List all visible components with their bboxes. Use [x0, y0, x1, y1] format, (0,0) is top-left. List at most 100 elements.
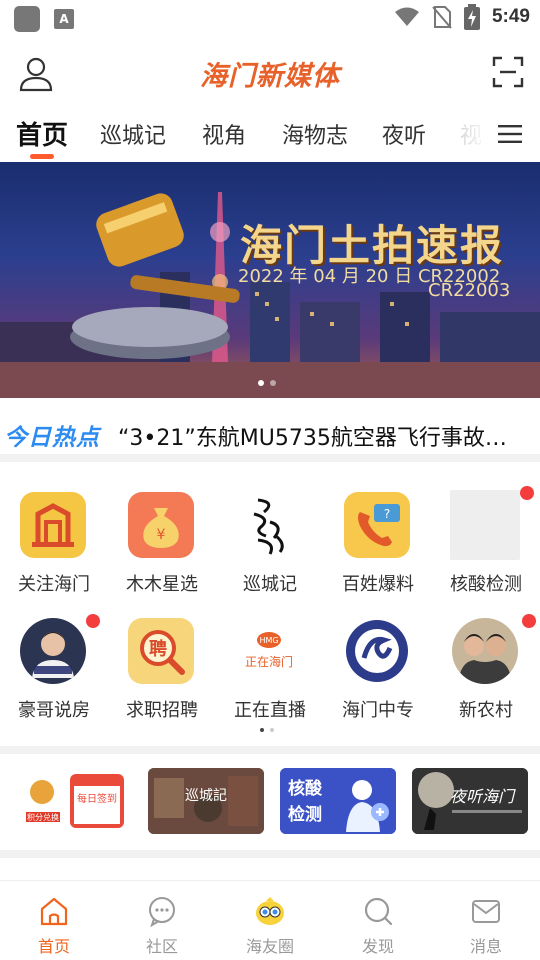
svg-text:¥: ¥: [157, 527, 166, 543]
shortcut-mumu-xingxuan[interactable]: ¥ 木木星选: [108, 472, 216, 595]
section-divider: [0, 746, 540, 754]
svg-text:夜听海门: 夜听海门: [450, 787, 516, 806]
svg-text:HMG: HMG: [259, 636, 278, 645]
a-notification-icon: A: [54, 9, 74, 29]
status-right: 5:49: [394, 4, 530, 30]
tab-shijiao[interactable]: 视角: [202, 118, 246, 150]
tab-yeting[interactable]: 夜听: [382, 118, 426, 150]
shortcut-xin-nongcun[interactable]: 新农村: [432, 598, 540, 721]
menu-icon[interactable]: [498, 124, 522, 144]
nav-label: 发现: [361, 937, 394, 956]
status-bar: A 5:49: [0, 0, 540, 36]
nav-label: 海友圈: [245, 937, 294, 956]
hot-news-headline[interactable]: “3•21”东航MU5735航空器飞行事故…: [118, 420, 518, 452]
no-sim-icon: [432, 6, 452, 29]
nav-label: 社区: [145, 937, 178, 956]
shortcut-hesuan-jiance[interactable]: 核酸检测: [432, 472, 540, 595]
mascot-icon: [256, 897, 284, 925]
shortcut-label: 巡城记: [243, 574, 297, 595]
shortcut-label: 关注海门: [18, 574, 90, 595]
promo-points-exchange[interactable]: 积分兑换 每日签到: [14, 768, 130, 834]
shortcut-label: 核酸检测: [450, 574, 522, 595]
nav-label: 消息: [469, 937, 502, 956]
people-photo-icon: [452, 618, 518, 684]
shortcut-label: 海门中专: [342, 700, 414, 721]
svg-text:正在海门: 正在海门: [245, 654, 293, 669]
battery-charging-icon: [463, 4, 480, 30]
shortcut-baixing-baoliao[interactable]: ? 百姓爆料: [324, 472, 432, 595]
money-bag-icon: ¥: [128, 492, 194, 558]
chat-bubble-icon: [149, 897, 175, 927]
shortcut-label: 求职招聘: [126, 700, 198, 721]
nav-discover[interactable]: 发现: [324, 881, 432, 960]
tab-xunchengji[interactable]: 巡城记: [100, 118, 166, 150]
building-icon: [20, 492, 86, 558]
avatar-icon: [20, 618, 86, 684]
recruit-magnifier-icon: 聘: [128, 618, 194, 684]
banner-dot-1: [258, 380, 264, 386]
new-badge-dot: [522, 614, 536, 628]
svg-text:?: ?: [384, 507, 390, 521]
discover-icon: [364, 897, 393, 926]
nav-haiyouquan[interactable]: 海友圈: [216, 881, 324, 960]
tabs-fade: [440, 108, 490, 160]
scan-icon[interactable]: [492, 56, 524, 88]
nav-label: 首页: [37, 937, 70, 956]
banner-carousel[interactable]: 海门土拍速报 2022 年 04 月 20 日 CR22002 CR22003: [0, 162, 540, 398]
status-left: A: [14, 6, 74, 32]
svg-text:每日签到: 每日签到: [77, 792, 117, 805]
shortcut-page-dot-1: [260, 728, 264, 732]
shortcut-haimen-zhongzhuan[interactable]: 海门中专: [324, 598, 432, 721]
calligraphy-logo-icon: [236, 492, 302, 558]
mail-icon: [472, 900, 500, 923]
promo-xuncheng-ji[interactable]: 巡城記: [148, 768, 264, 834]
shortcut-label: 新农村: [459, 700, 513, 721]
shortcut-label: 豪哥说房: [18, 700, 90, 721]
section-divider: [0, 850, 540, 858]
shortcut-guanzhu-haimen[interactable]: 关注海门: [0, 472, 108, 595]
shortcut-haoge-shuofang[interactable]: 豪哥说房: [0, 598, 108, 721]
app-notification-icon: [14, 6, 40, 32]
nav-messages[interactable]: 消息: [432, 881, 540, 960]
new-badge-dot: [520, 486, 534, 500]
banner-dot-2: [270, 380, 276, 386]
shortcut-xunchengji[interactable]: 巡城记: [216, 472, 324, 595]
new-badge-dot: [86, 614, 100, 628]
placeholder-icon: [450, 490, 520, 560]
banner-page-indicator: [258, 380, 276, 386]
shortcut-qiuzhi-zhaopin[interactable]: 聘 求职招聘: [108, 598, 216, 721]
home-icon: [40, 897, 68, 926]
nav-home[interactable]: 首页: [0, 881, 108, 960]
shortcut-label: 木木星选: [126, 574, 198, 595]
school-emblem-icon: [344, 618, 410, 684]
bottom-navigation: 首页 社区 海友圈 发现 消息: [0, 880, 540, 960]
promo-night-listen[interactable]: 夜听海门: [412, 768, 528, 834]
shortcut-zhengzai-zhibo[interactable]: HMG 正在海门 正在直播: [216, 598, 324, 721]
banner-code: CR22003: [428, 280, 511, 301]
tab-home[interactable]: 首页: [16, 115, 68, 152]
shortcut-page-dot-2: [270, 728, 274, 732]
promo-cards-row: 积分兑换 每日签到 巡城記 核酸 检测 夜听海门: [0, 756, 540, 846]
shortcut-label: 百姓爆料: [342, 574, 414, 595]
phone-chat-icon: ?: [344, 492, 410, 558]
wifi-icon: [394, 7, 419, 26]
tab-haiwuzhi[interactable]: 海物志: [282, 118, 348, 150]
live-logo-icon: HMG 正在海门: [236, 618, 302, 684]
svg-text:聘: 聘: [149, 638, 167, 660]
active-tab-indicator: [30, 154, 54, 159]
svg-text:核酸: 核酸: [288, 778, 323, 799]
shortcut-grid: 关注海门 ¥ 木木星选 巡城记 ? 百姓爆料 核酸检测 豪哥说房 聘 求职招聘 …: [0, 472, 540, 746]
shortcut-label: 正在直播: [234, 700, 306, 721]
status-time: 5:49: [491, 6, 530, 27]
svg-text:积分兑换: 积分兑换: [27, 812, 59, 822]
app-header: 海门新媒体: [0, 36, 540, 108]
channel-tabs: 首页 巡城记 视角 海物志 夜听 视: [0, 108, 540, 160]
hot-news-bar[interactable]: 今日热点 “3•21”东航MU5735航空器飞行事故…: [0, 404, 540, 462]
app-logo: 海门新媒体: [200, 61, 340, 92]
promo-nucleic-test[interactable]: 核酸 检测: [280, 768, 396, 834]
svg-text:检测: 检测: [288, 804, 322, 825]
svg-text:巡城記: 巡城記: [185, 787, 227, 804]
nav-community[interactable]: 社区: [108, 881, 216, 960]
app-root: A 5:49 海门新媒体 首页 巡城记 视角 海物志 夜听 海门土拍速报 202…: [0, 0, 540, 960]
hot-news-label: 今日热点: [4, 425, 100, 451]
